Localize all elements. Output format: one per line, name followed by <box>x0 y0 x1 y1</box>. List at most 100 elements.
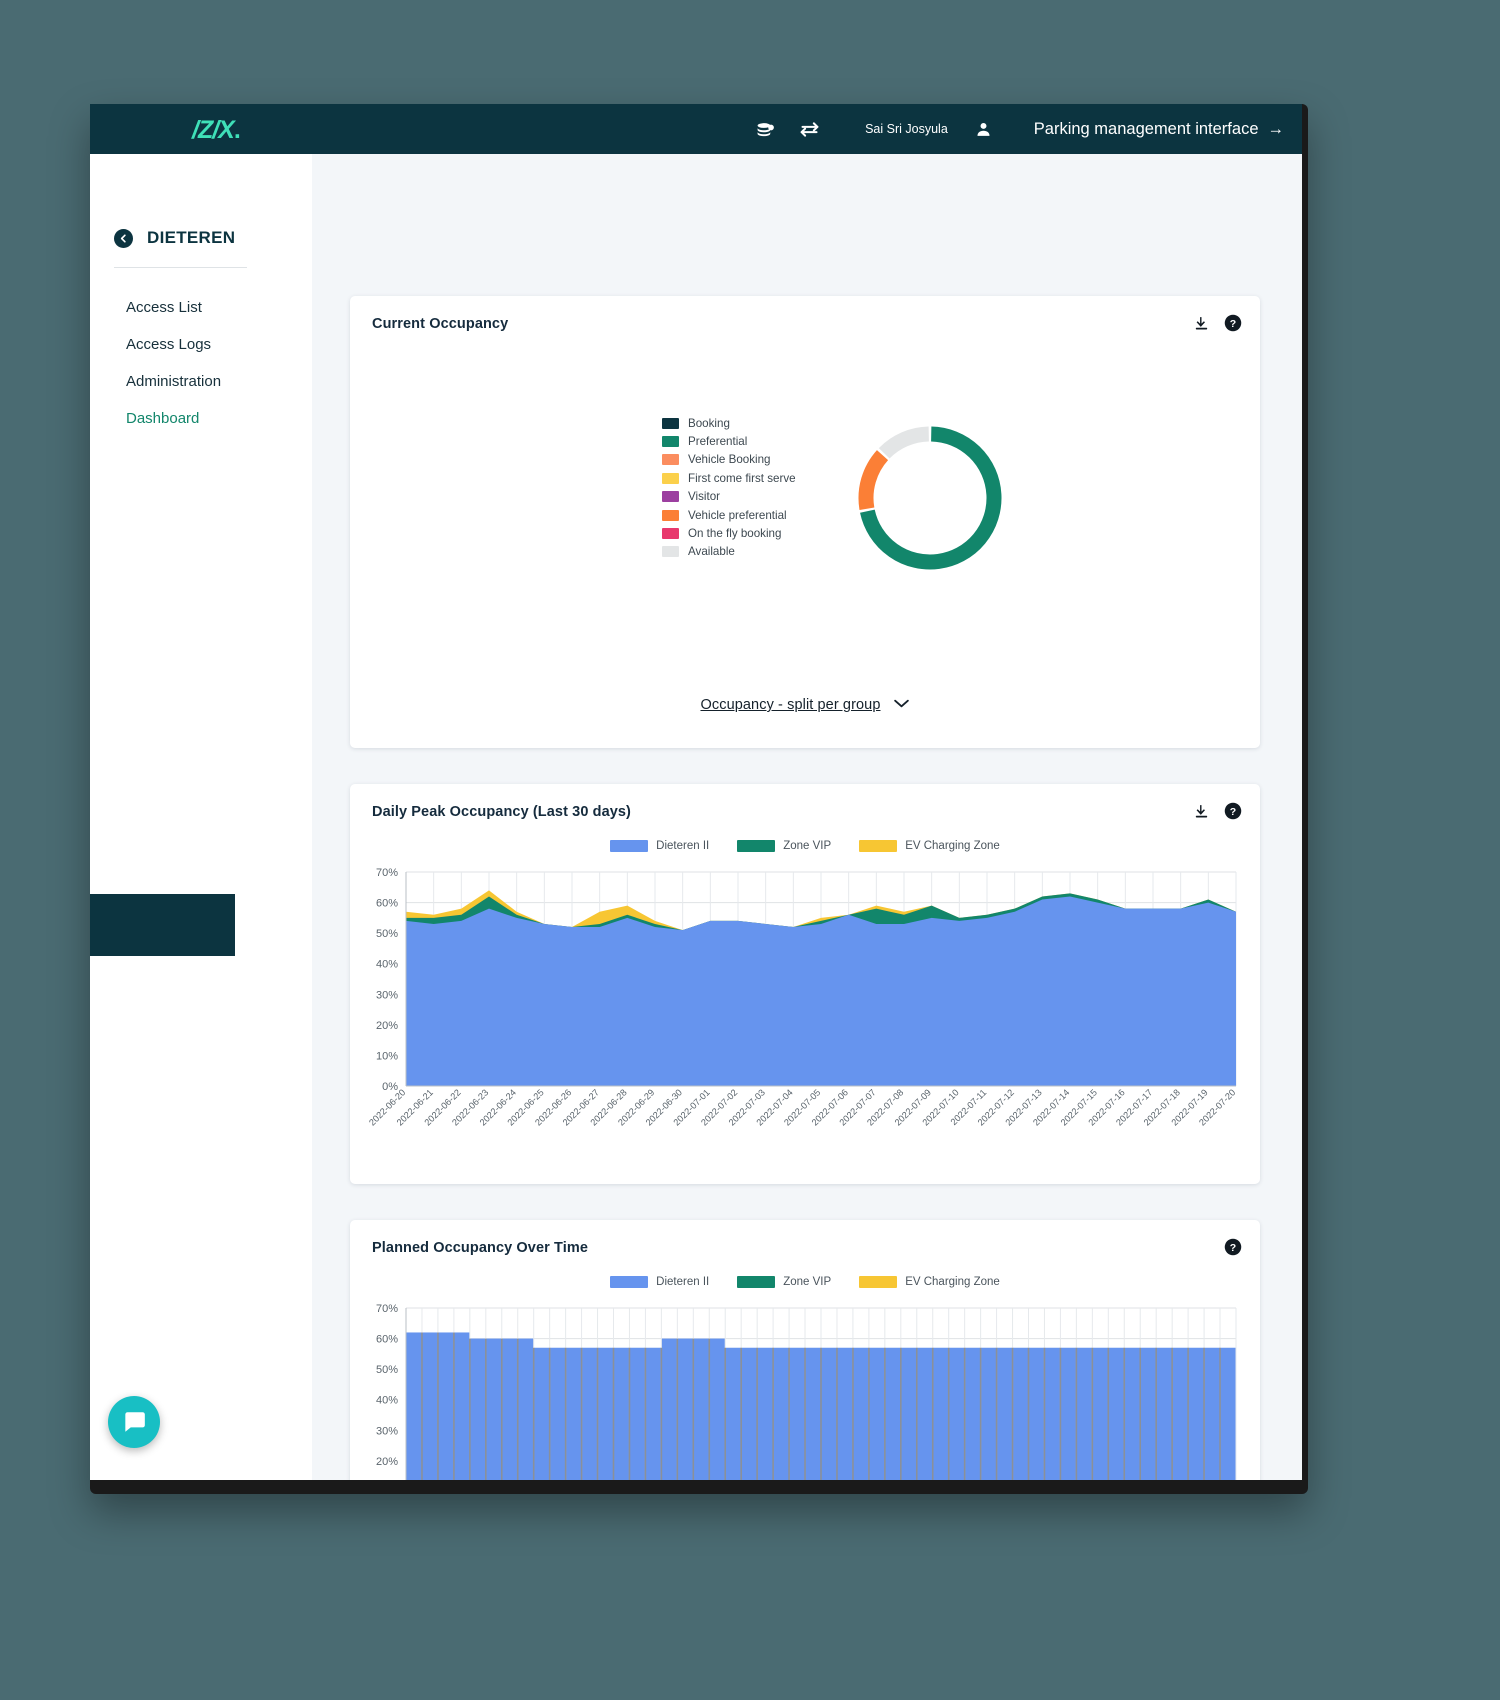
legend-item[interactable]: Zone VIP <box>737 840 831 852</box>
legend-label-vehicle-preferential: Vehicle preferential <box>688 509 787 522</box>
sidebar-item-access-logs[interactable]: Access Logs <box>90 326 312 363</box>
bar[interactable] <box>997 1348 1012 1480</box>
sidebar-item-dashboard[interactable]: Dashboard <box>90 400 312 437</box>
person-icon[interactable] <box>962 104 1006 154</box>
bar[interactable] <box>1077 1348 1092 1480</box>
bar[interactable] <box>758 1348 773 1480</box>
card-title-daily-peak: Daily Peak Occupancy (Last 30 days) <box>372 804 631 820</box>
bar[interactable] <box>869 1348 884 1480</box>
bar[interactable] <box>1189 1348 1204 1480</box>
help-circle-icon[interactable]: ? <box>1224 1238 1242 1256</box>
bar[interactable] <box>1205 1348 1220 1480</box>
legend-item[interactable]: EV Charging Zone <box>859 840 1000 852</box>
y-axis-tick: 30% <box>376 989 398 1001</box>
sidebar-header[interactable]: DIETEREN <box>114 228 235 248</box>
current-occupancy-card: Current Occupancy ? <box>350 296 1260 748</box>
bar[interactable] <box>1141 1348 1156 1480</box>
bar[interactable] <box>582 1348 597 1480</box>
planned-occupancy-plot-area: 0%10%20%30%40%50%60%70%2022-07-13 00:002… <box>350 1300 1260 1480</box>
legend-item[interactable]: Dieteren II <box>610 840 709 852</box>
parking-management-link[interactable]: Parking management interface → <box>1034 120 1284 139</box>
chevron-down-icon[interactable] <box>893 696 910 714</box>
legend-label-zone-vip: Zone VIP <box>783 840 831 852</box>
bar[interactable] <box>1093 1348 1108 1480</box>
bar[interactable] <box>901 1348 916 1480</box>
bar[interactable] <box>614 1348 629 1480</box>
legend-item[interactable]: EV Charging Zone <box>859 1276 1000 1288</box>
bar[interactable] <box>917 1348 932 1480</box>
help-circle-icon[interactable]: ? <box>1224 314 1242 332</box>
bar[interactable] <box>486 1339 501 1480</box>
bar[interactable] <box>853 1348 868 1480</box>
bar[interactable] <box>630 1348 645 1480</box>
arrow-right-icon: → <box>1268 120 1285 139</box>
sidebar-item-administration[interactable]: Administration <box>90 363 312 400</box>
bar[interactable] <box>1045 1348 1060 1480</box>
bar[interactable] <box>1109 1348 1124 1480</box>
occupancy-split-per-group-label: Occupancy - split per group <box>700 697 880 713</box>
monitor-frame: /Z/X. Sai Sri Josyula <box>90 104 1308 1494</box>
occupancy-split-per-group-toggle[interactable]: Occupancy - split per group <box>350 696 1260 714</box>
bar[interactable] <box>1173 1348 1188 1480</box>
legend-item[interactable]: Dieteren II <box>610 1276 709 1288</box>
legend-item[interactable]: Zone VIP <box>737 1276 831 1288</box>
bar[interactable] <box>407 1332 422 1480</box>
legend-swatch-on-the-fly-booking <box>662 528 679 539</box>
swap-arrows-icon[interactable] <box>787 104 831 154</box>
download-icon[interactable] <box>1193 803 1210 820</box>
bar[interactable] <box>726 1348 741 1480</box>
bar[interactable] <box>1157 1348 1172 1480</box>
brand-logo-dot: . <box>234 116 240 144</box>
legend-swatch-visitor <box>662 491 679 502</box>
legend-label-booking: Booking <box>688 417 730 430</box>
bar[interactable] <box>790 1348 805 1480</box>
bar[interactable] <box>1221 1348 1236 1480</box>
bar[interactable] <box>837 1348 852 1480</box>
bar[interactable] <box>678 1339 693 1480</box>
bar[interactable] <box>662 1339 677 1480</box>
bar[interactable] <box>806 1348 821 1480</box>
legend-swatch-first-come-first-serve <box>662 473 679 484</box>
bar[interactable] <box>534 1348 549 1480</box>
area-series-0[interactable] <box>406 896 1236 1086</box>
back-chevron-icon[interactable] <box>114 229 133 248</box>
bar[interactable] <box>518 1339 533 1480</box>
brand-logo-text: /Z/X <box>192 116 234 144</box>
bar[interactable] <box>470 1339 485 1480</box>
bar[interactable] <box>598 1348 613 1480</box>
help-circle-icon[interactable]: ? <box>1224 802 1242 820</box>
donut-segment[interactable] <box>884 434 929 453</box>
y-axis-tick: 10% <box>376 1050 398 1062</box>
bar[interactable] <box>646 1348 661 1480</box>
bar[interactable] <box>438 1332 453 1480</box>
bar[interactable] <box>949 1348 964 1480</box>
bar[interactable] <box>694 1339 709 1480</box>
bar[interactable] <box>566 1348 581 1480</box>
chat-bubble-icon[interactable] <box>108 1396 160 1448</box>
bar[interactable] <box>742 1348 757 1480</box>
bar[interactable] <box>1013 1348 1028 1480</box>
donut-segment[interactable] <box>866 455 883 509</box>
legend-label-visitor: Visitor <box>688 490 720 503</box>
coins-icon[interactable] <box>743 104 787 154</box>
bar[interactable] <box>1061 1348 1076 1480</box>
bar[interactable] <box>981 1348 996 1480</box>
bar[interactable] <box>1029 1348 1044 1480</box>
bar[interactable] <box>774 1348 789 1480</box>
bar[interactable] <box>710 1339 725 1480</box>
download-icon[interactable] <box>1193 315 1210 332</box>
bar[interactable] <box>822 1348 837 1480</box>
bar[interactable] <box>965 1348 980 1480</box>
bar[interactable] <box>885 1348 900 1480</box>
bar[interactable] <box>933 1348 948 1480</box>
bar[interactable] <box>422 1332 437 1480</box>
current-occupancy-card-actions: ? <box>1193 314 1242 332</box>
card-title-planned-occupancy: Planned Occupancy Over Time <box>372 1240 588 1256</box>
brand-logo[interactable]: /Z/X. <box>192 116 240 145</box>
bar[interactable] <box>454 1332 469 1480</box>
legend-swatch-vehicle-booking <box>662 454 679 465</box>
bar[interactable] <box>1125 1348 1140 1480</box>
bar[interactable] <box>502 1339 517 1480</box>
bar[interactable] <box>550 1348 565 1480</box>
sidebar-item-access-list[interactable]: Access List <box>90 289 312 326</box>
